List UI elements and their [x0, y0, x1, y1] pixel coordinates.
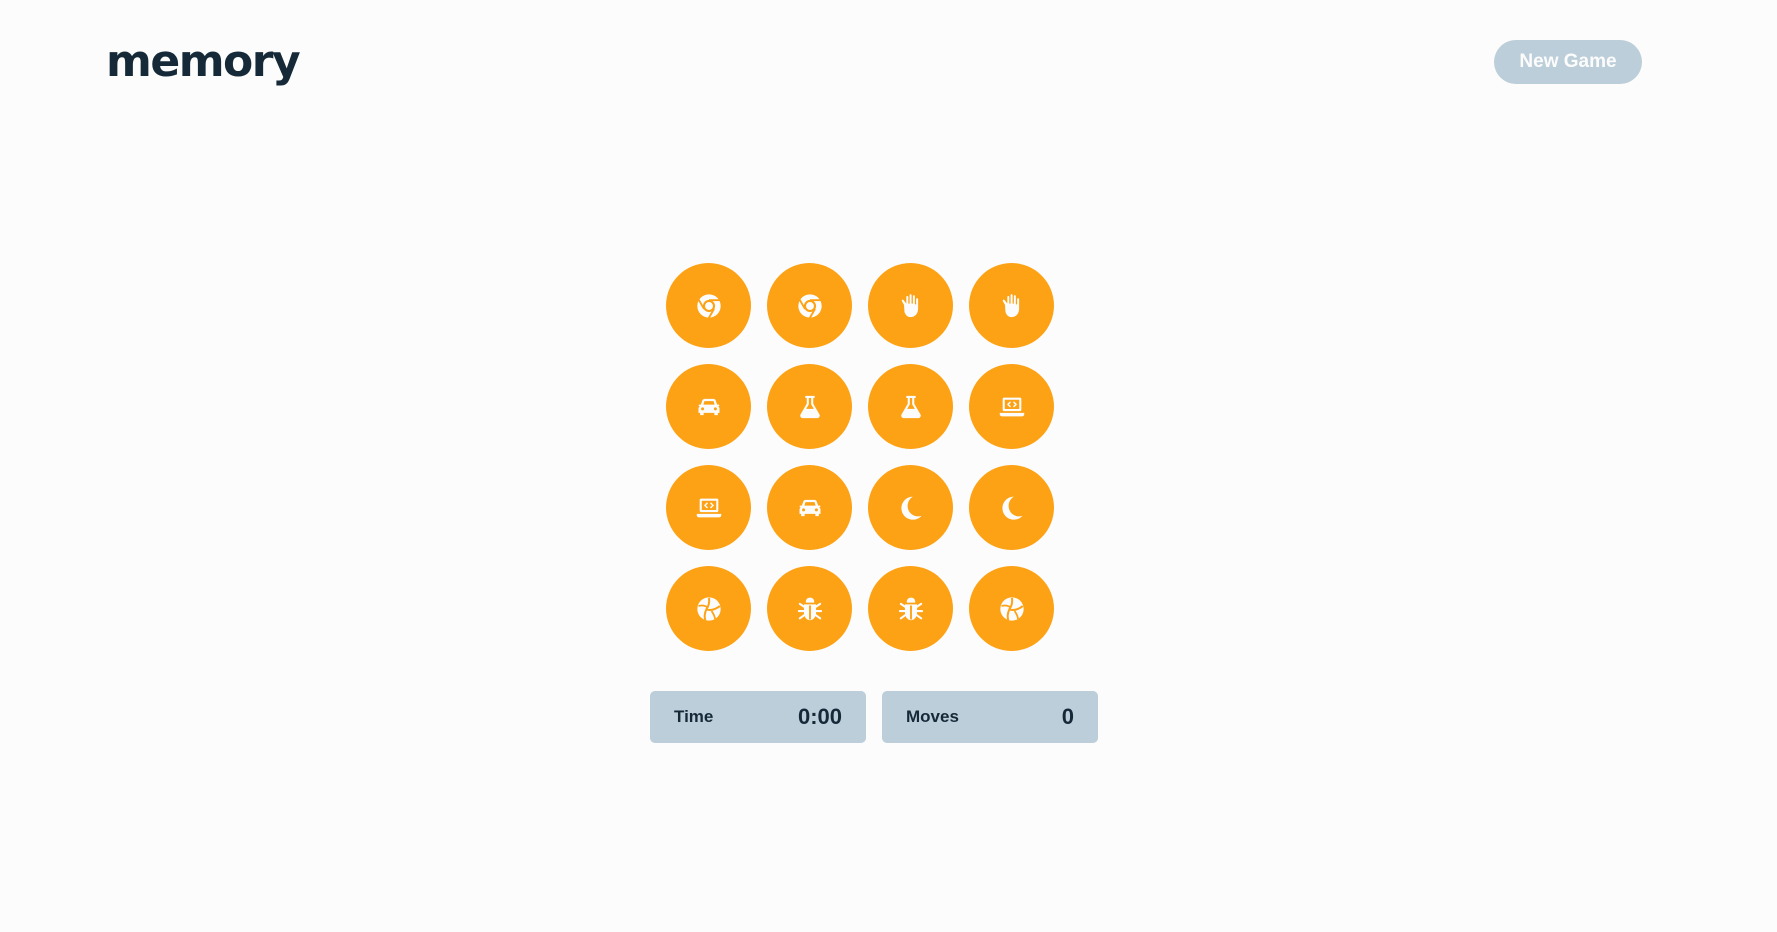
car-icon [799, 499, 820, 516]
memory-tile[interactable] [767, 263, 852, 348]
laptop-code-icon [999, 397, 1024, 416]
moon-icon [900, 496, 921, 520]
memory-tile[interactable] [969, 465, 1054, 550]
flask-icon [900, 395, 921, 418]
memory-tile[interactable] [868, 566, 953, 651]
laptop-code-icon [696, 498, 721, 517]
memory-tile[interactable] [969, 263, 1054, 348]
memory-tile[interactable] [666, 566, 751, 651]
memory-tile[interactable] [868, 364, 953, 449]
memory-tile[interactable] [969, 364, 1054, 449]
memory-tile[interactable] [666, 364, 751, 449]
memory-tile[interactable] [767, 465, 852, 550]
moves-value: 0 [1061, 704, 1074, 729]
memory-tile[interactable] [666, 465, 751, 550]
game-page: memory New Game Time 0:00 Moves 0 [0, 0, 1777, 932]
chrome-icon [797, 293, 822, 319]
volleyball-icon [999, 596, 1024, 621]
time-value: 0:00 [797, 704, 842, 729]
memory-tile[interactable] [767, 566, 852, 651]
hand-icon [901, 293, 918, 317]
bug-icon [797, 597, 822, 620]
moves-panel: Moves 0 [882, 691, 1098, 743]
memory-tile[interactable] [868, 465, 953, 550]
time-panel: Time 0:00 [650, 691, 866, 743]
game-board [666, 263, 1055, 652]
memory-tile[interactable] [666, 263, 751, 348]
time-label: Time [674, 707, 714, 726]
new-game-button[interactable]: New Game [1494, 40, 1642, 84]
memory-tile[interactable] [767, 364, 852, 449]
hand-icon [1002, 293, 1019, 317]
volleyball-icon [696, 596, 721, 621]
chrome-icon [696, 293, 721, 319]
moon-icon [1001, 496, 1022, 520]
memory-tile[interactable] [969, 566, 1054, 651]
game-logo: memory [106, 36, 301, 87]
moves-label: Moves [906, 707, 959, 726]
flask-icon [799, 395, 820, 418]
memory-tile[interactable] [868, 263, 953, 348]
car-icon [698, 398, 719, 415]
bug-icon [898, 597, 923, 620]
